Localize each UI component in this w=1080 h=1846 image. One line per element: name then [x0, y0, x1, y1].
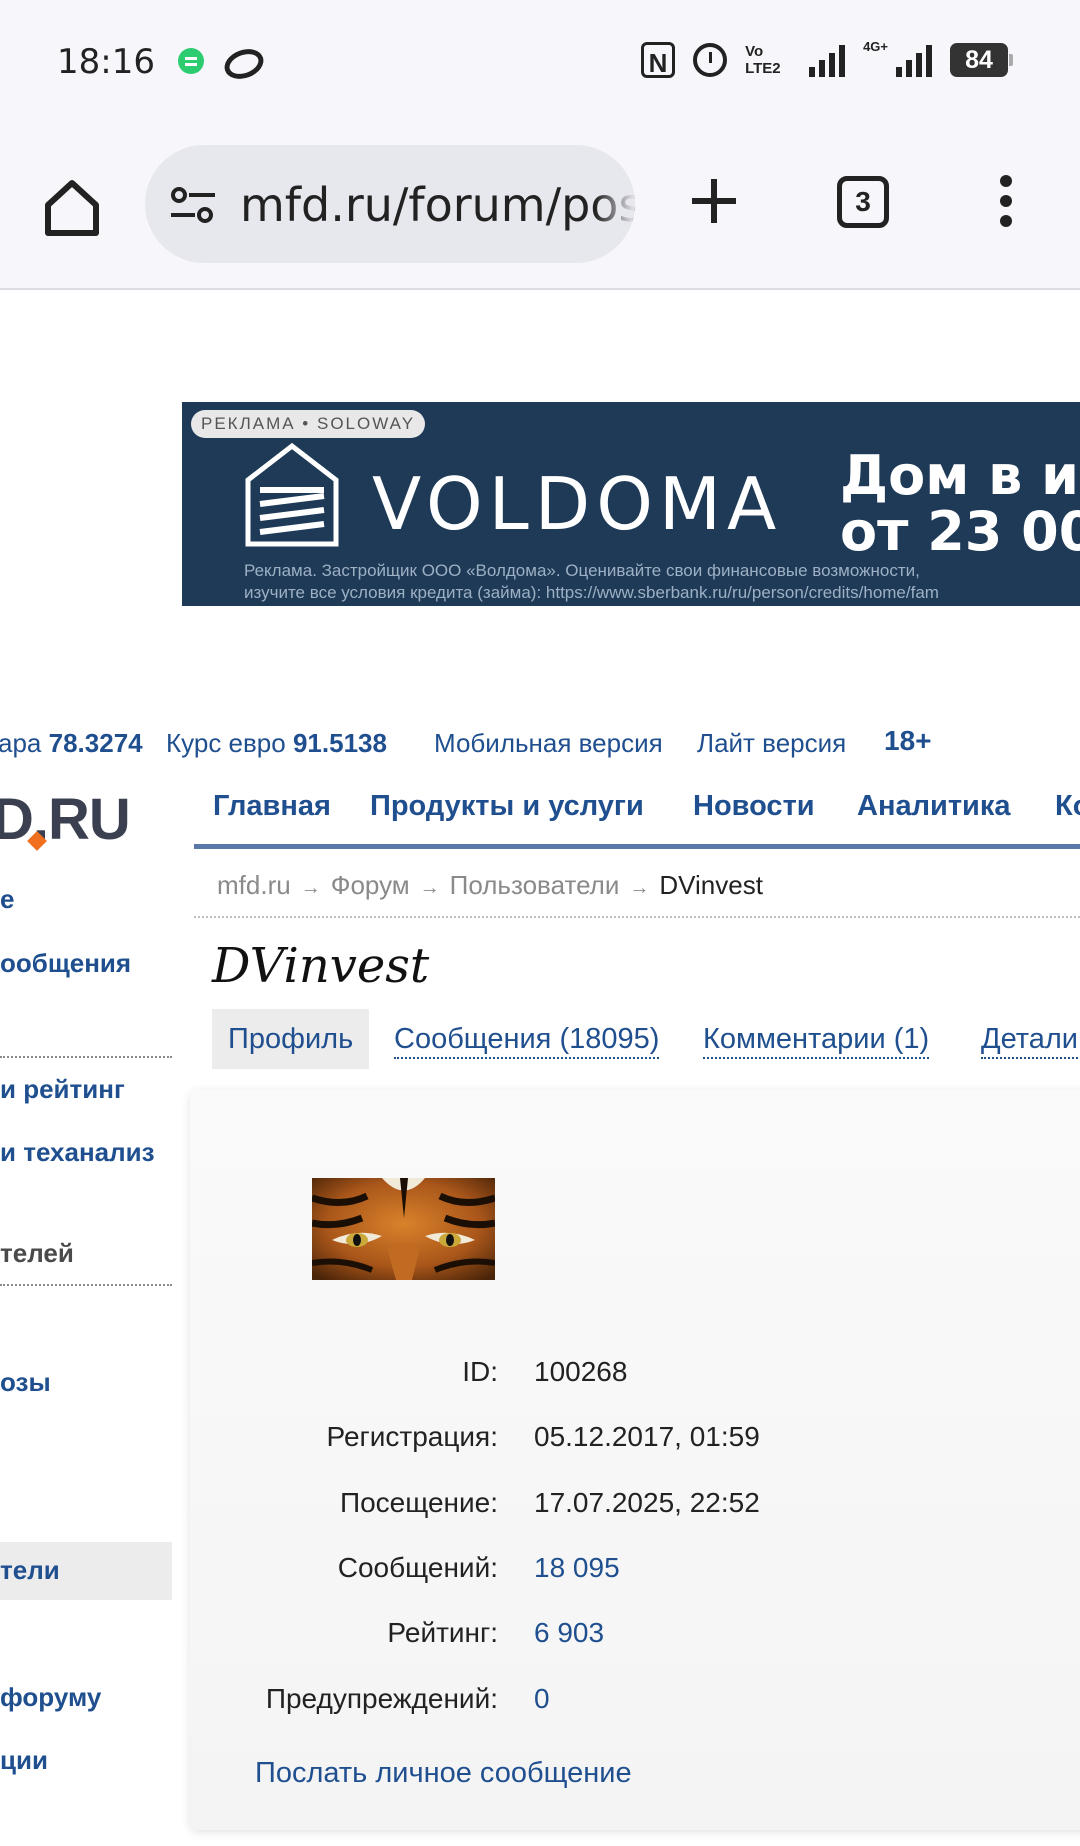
sidebar-item-subscriptions[interactable]: ции [0, 1745, 48, 1776]
sidebar-item-1[interactable]: е [0, 884, 14, 915]
rates-bar: ара 78.3274 Курс евро 91.5138 Мобильная … [0, 725, 1080, 764]
tab-switcher-button[interactable]: 3 [837, 176, 889, 228]
rating-link[interactable]: 6 903 [534, 1617, 604, 1649]
ad-headline-line2: от 23 000 [840, 500, 1080, 563]
tab-messages-label: Сообщения (18095) [394, 1023, 660, 1059]
breadcrumb-arrow-icon: → [300, 877, 321, 899]
breadcrumb-arrow-icon: → [629, 877, 650, 899]
site-logo[interactable]: D.RU [0, 786, 131, 853]
nav-item-news[interactable]: Новости [693, 790, 815, 823]
tab-comments-label: Комментарии (1) [703, 1023, 930, 1059]
breadcrumb-item[interactable]: mfd.ru [217, 870, 291, 900]
warnings-label: Предупреждений: [265, 1683, 498, 1714]
ad-disclaimer: Реклама. Застройщик ООО «Волдома». Оцени… [244, 560, 939, 604]
rating-label: Рейтинг: [387, 1617, 498, 1648]
avatar [312, 1178, 495, 1280]
alarm-icon [693, 43, 728, 77]
nav-item-home[interactable]: Главная [213, 790, 331, 823]
tab-profile[interactable]: Профиль [212, 1009, 370, 1069]
volte-label-top: Vo [745, 43, 764, 60]
tab-details[interactable]: Детали [981, 1009, 1079, 1069]
posts-count-link[interactable]: 18 095 [534, 1552, 620, 1584]
sidebar-item-rating[interactable]: и рейтинг [0, 1074, 125, 1105]
lite-version-link[interactable]: Лайт версия [697, 728, 846, 759]
voldoma-logo-icon [245, 442, 339, 547]
main-nav: Главная Продукты и услуги Новости Аналит… [194, 790, 1080, 846]
nav-item-analytics[interactable]: Аналитика [857, 790, 1011, 823]
last-visit-label: Посещение: [339, 1487, 498, 1518]
sidebar-item-messages[interactable]: ообщения [0, 948, 131, 979]
ad-headline-line1: Дом в и [840, 444, 1079, 507]
tab-messages[interactable]: Сообщения (18095) [394, 1009, 660, 1069]
id-value: 100268 [534, 1356, 628, 1387]
status-time: 18:16 [57, 42, 155, 82]
age-rating: 18+ [884, 725, 932, 756]
sidebar-item-forum-search[interactable]: форуму [0, 1682, 101, 1713]
breadcrumb-divider [194, 916, 1080, 918]
sidebar-divider [0, 1284, 172, 1286]
nav-item-products[interactable]: Продукты и услуги [370, 790, 644, 823]
usd-rate: ара 78.3274 [0, 728, 143, 758]
page-title: DVinvest [212, 938, 430, 994]
breadcrumb-item[interactable]: Пользователи [450, 870, 620, 900]
breadcrumb-item[interactable]: Форум [331, 870, 410, 900]
new-tab-icon[interactable] [688, 175, 740, 227]
tab-comments[interactable]: Комментарии (1) [703, 1009, 930, 1069]
status-bar: 18:16 N Vo LTE2 4G+ 84 [0, 0, 1080, 120]
ad-label: РЕКЛАМА • SOLOWAY [191, 410, 426, 438]
breadcrumb: mfd.ru → Форум → Пользователи → DVinvest [217, 870, 763, 901]
sidebar-item-users[interactable]: тели [0, 1555, 60, 1586]
eur-rate: Курс евро 91.5138 [166, 728, 387, 758]
site-settings-icon[interactable] [169, 187, 217, 223]
ad-banner[interactable]: РЕКЛАМА • SOLOWAY VOLDOMA Дом в и от 23 … [182, 402, 1080, 606]
signal-icon-sim2 [896, 43, 932, 77]
nav-divider [194, 844, 1080, 849]
signal-icon-sim1 [809, 43, 846, 77]
ring-notification-icon [220, 44, 268, 84]
message-notification-icon [178, 48, 204, 74]
volte-label-bottom: LTE2 [745, 60, 781, 77]
ad-disclaimer-line2: изучите все условия кредита (займа): htt… [244, 583, 939, 602]
volte-icon: Vo LTE2 [745, 43, 791, 77]
sidebar-item-forecasts[interactable]: озы [0, 1367, 51, 1398]
browser-toolbar: mfd.ru/forum/pos 3 [0, 120, 1080, 290]
posts-count-label: Сообщений: [337, 1552, 498, 1583]
breadcrumb-arrow-icon: → [419, 877, 440, 899]
breadcrumb-current: DVinvest [659, 870, 763, 900]
ad-brand: VOLDOMA [372, 462, 783, 546]
sidebar-item-techanalysis[interactable]: и теханализ [0, 1137, 155, 1168]
tab-details-label: Детали [981, 1023, 1079, 1059]
sidebar-divider [0, 1056, 172, 1058]
registration-value: 05.12.2017, 01:59 [534, 1421, 760, 1452]
url-text[interactable]: mfd.ru/forum/pos [240, 178, 635, 232]
ad-disclaimer-line1: Реклама. Застройщик ООО «Волдома». Оцени… [244, 561, 920, 580]
profile-tabs: Профиль Сообщения (18095) Комментарии (1… [212, 1009, 1080, 1069]
home-icon[interactable] [40, 175, 104, 239]
id-label: ID: [462, 1356, 498, 1387]
battery-icon: 84 [950, 43, 1013, 77]
nav-item-more[interactable]: Ко [1055, 790, 1080, 823]
warnings-link[interactable]: 0 [534, 1683, 550, 1715]
sidebar-section-users: телей [0, 1238, 74, 1268]
more-menu-icon[interactable] [996, 175, 1016, 235]
ad-headline: Дом в и от 23 000 [840, 448, 1080, 560]
mobile-version-link[interactable]: Мобильная версия [434, 728, 663, 759]
registration-label: Регистрация: [326, 1421, 498, 1452]
last-visit-value: 17.07.2025, 22:52 [534, 1487, 760, 1518]
nfc-icon: N [641, 42, 676, 78]
network-type-label: 4G+ [863, 38, 888, 54]
address-bar[interactable]: mfd.ru/forum/pos [145, 145, 635, 263]
send-private-message-link[interactable]: Послать личное сообщение [255, 1757, 632, 1790]
